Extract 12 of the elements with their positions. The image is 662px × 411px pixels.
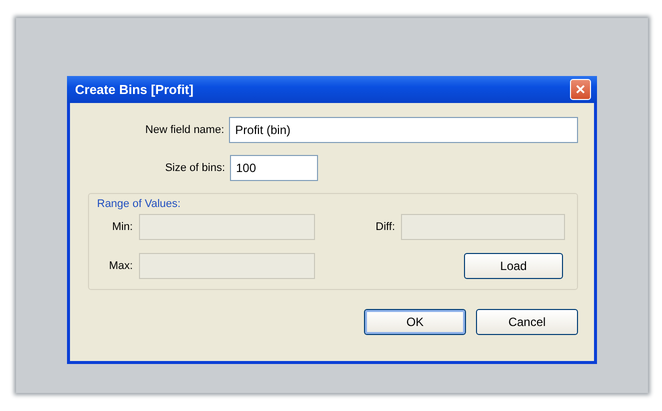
field-label: Max: xyxy=(109,260,133,272)
field-label: Diff: xyxy=(376,221,395,233)
field-label: Size of bins: xyxy=(164,162,226,174)
field-label: Min: xyxy=(112,221,133,233)
dialog-button[interactable]: Cancel xyxy=(476,309,578,335)
window-title: Create Bins [Profit] xyxy=(75,82,194,97)
group-title: Range of Values: xyxy=(97,198,181,210)
text-field[interactable]: Profit (bin) xyxy=(229,117,578,143)
dialog-button[interactable]: OK xyxy=(364,309,466,335)
field-label: New field name: xyxy=(144,124,226,136)
load-button[interactable]: Load xyxy=(464,253,563,279)
text-field[interactable]: 100 xyxy=(230,155,318,181)
